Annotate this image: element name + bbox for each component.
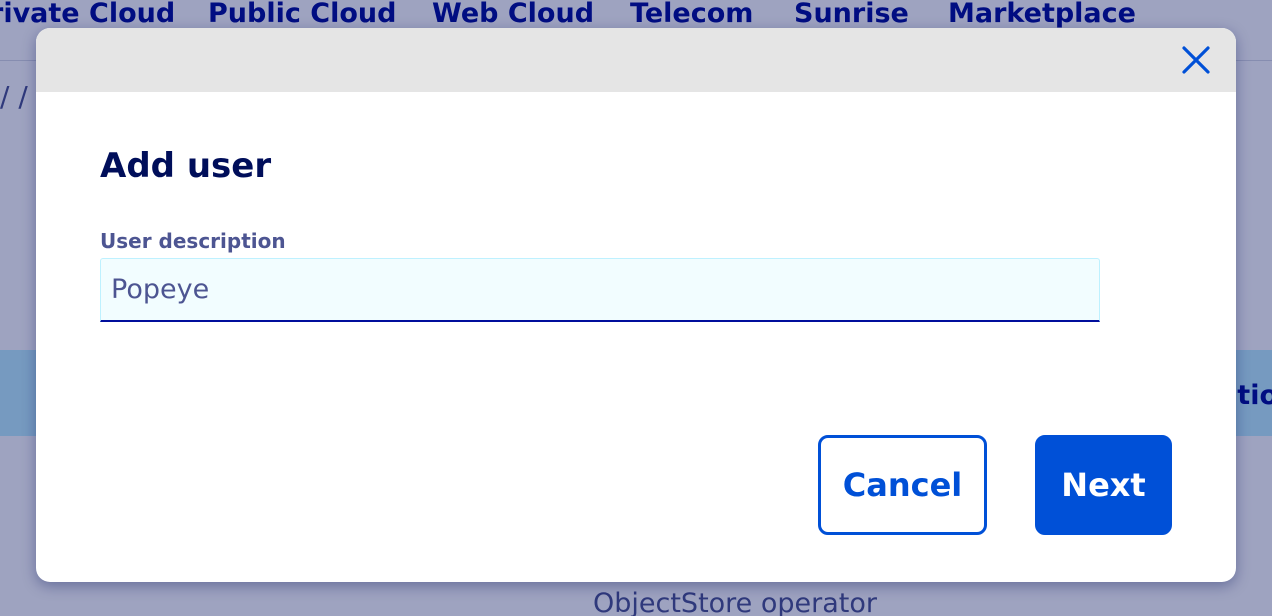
- user-description-label: User description: [100, 229, 286, 253]
- dialog-title: Add user: [100, 146, 272, 186]
- cancel-button[interactable]: Cancel: [818, 435, 987, 535]
- close-button[interactable]: [1176, 40, 1216, 80]
- dialog-header: [36, 28, 1236, 92]
- add-user-dialog: Add user User description Cancel Next: [36, 28, 1236, 582]
- close-icon: [1182, 46, 1210, 74]
- next-button[interactable]: Next: [1035, 435, 1172, 535]
- user-description-input[interactable]: [100, 258, 1100, 322]
